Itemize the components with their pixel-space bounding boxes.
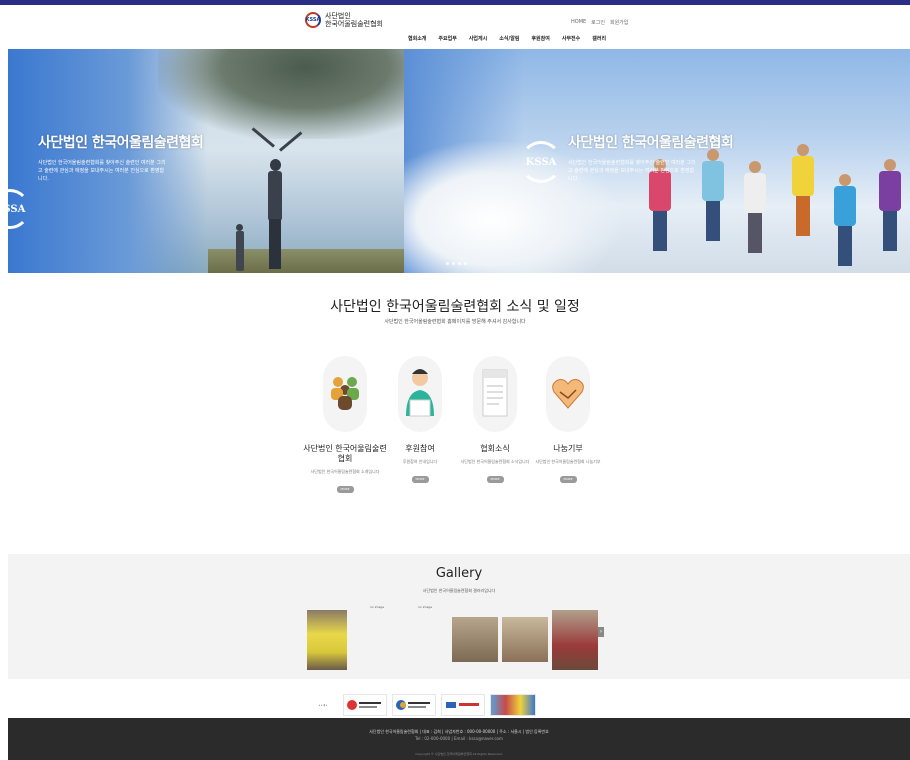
hero-slide2-title: 사단법인 한국어울림술련협회 bbox=[568, 135, 734, 151]
news-section-subtitle: 사단법인 한국어울림술련협회 홈페이지를 방문해 주셔서 감사합니다 bbox=[384, 319, 526, 325]
main-nav: 협회소개 주요업무 사업게시 소식/알림 후원참여 사무전수 갤러리 bbox=[408, 35, 606, 42]
nav-item-business[interactable]: 주요업무 bbox=[438, 35, 456, 42]
util-link-join[interactable]: 회원가입 bbox=[610, 19, 628, 26]
partner-banners: ◂ ▸ ▮ ▸ bbox=[0, 692, 910, 718]
kssa-emblem-icon: KSSA bbox=[520, 141, 562, 183]
logo-line1: 사단법인 bbox=[325, 12, 351, 20]
news-section-title: 사단법인 한국어울림술련협회 소식 및 일정 bbox=[330, 299, 580, 315]
nav-item-news[interactable]: 소식/알림 bbox=[499, 35, 519, 42]
hero-slide2-desc: 사단법인 한국어울림술련협회를 찾아주신 술련인 여러분 그리고 술련에 관심과… bbox=[568, 160, 696, 182]
logo-emblem-icon: KSSA bbox=[305, 12, 321, 28]
slider-dot[interactable] bbox=[464, 262, 467, 265]
util-link-home[interactable]: HOME bbox=[571, 19, 586, 26]
more-button[interactable]: MORE bbox=[336, 486, 354, 493]
more-button[interactable]: MORE bbox=[486, 476, 504, 483]
jumper-figure bbox=[834, 174, 856, 266]
footer-contact: Tel : 02-000-0000 | Email : kssa@naver.c… bbox=[415, 736, 503, 741]
more-button[interactable]: MORE bbox=[559, 476, 577, 483]
card-title: 나눔기부 bbox=[553, 444, 583, 453]
nav-item-office[interactable]: 사무전수 bbox=[562, 35, 580, 42]
site-logo[interactable]: KSSA 사단법인 한국어울림술련협회 bbox=[305, 12, 383, 28]
person-laptop-icon bbox=[398, 356, 442, 432]
partner-logo-3[interactable] bbox=[441, 694, 485, 716]
slider-dot[interactable] bbox=[452, 262, 455, 265]
card-desc: 사단법인 한국어울림술련협회 나눔기부 bbox=[535, 459, 601, 464]
jumper-figure bbox=[744, 161, 766, 253]
logo-line2: 한국어울림술련협회 bbox=[325, 20, 383, 28]
jumper-figure bbox=[702, 149, 724, 241]
nav-item-gallery[interactable]: 갤러리 bbox=[592, 35, 606, 42]
gallery-thumb[interactable] bbox=[452, 617, 498, 662]
util-link-login[interactable]: 로그인 bbox=[591, 19, 605, 26]
nav-item-board[interactable]: 사업게시 bbox=[469, 35, 487, 42]
child-silhouette bbox=[234, 224, 246, 272]
report-document-icon bbox=[473, 356, 517, 432]
hero-slide-2: KSSA 사단법인 한국어울림술련협회 사단법인 한국어울림술련협회를 찾아주신… bbox=[404, 49, 910, 273]
partner-logo-4[interactable] bbox=[490, 694, 536, 716]
person-silhouette bbox=[262, 159, 288, 269]
hero-slide1-desc: 사단법인 한국어울림술련협회를 찾아주신 술련인 여러분 그리고 술련에 관심과… bbox=[38, 160, 166, 182]
site-header: KSSA 사단법인 한국어울림술련협회 HOME 로그인 회원가입 협회소개 주… bbox=[0, 5, 910, 47]
footer-copyright: Copyright © 사단법인 한국어울림술련협회 All Rights Re… bbox=[415, 752, 503, 756]
footer-info: 사단법인 한국어울림술련협회 | 대표 : 김희 | 사업자번호 : 000-0… bbox=[369, 729, 549, 734]
no-image-label: no image bbox=[370, 605, 385, 609]
gallery-thumb[interactable] bbox=[552, 610, 598, 670]
gallery-next-arrow-icon[interactable]: › bbox=[598, 627, 604, 637]
gallery-subtitle: 사단법인 한국어울림술련협회 갤러리입니다 bbox=[422, 588, 496, 593]
slider-dot[interactable] bbox=[446, 262, 449, 265]
info-card-donation: 나눔기부 사단법인 한국어울림술련협회 나눔기부 MORE bbox=[523, 356, 613, 484]
partner-logo-2[interactable] bbox=[392, 694, 436, 716]
utility-links: HOME 로그인 회원가입 bbox=[571, 19, 628, 26]
hero-slide-1: KSSA 사단법인 한국어울림술련협회 사단법인 한국어울림술련협회를 찾아주신… bbox=[8, 49, 404, 273]
jumper-figure bbox=[792, 144, 814, 236]
gallery-thumb[interactable] bbox=[307, 610, 347, 670]
tree-image bbox=[158, 49, 404, 139]
site-footer: 사단법인 한국어울림술련협회 | 대표 : 김희 | 사업자번호 : 000-0… bbox=[8, 718, 910, 760]
gallery-thumb[interactable] bbox=[502, 617, 548, 662]
hero-slide1-title: 사단법인 한국어울림술련협회 bbox=[38, 135, 204, 151]
more-button[interactable]: MORE bbox=[411, 476, 429, 483]
hero-slider[interactable]: KSSA 사단법인 한국어울림술련협회 사단법인 한국어울림술련협회를 찾아주신… bbox=[8, 49, 910, 273]
people-group-icon bbox=[323, 356, 367, 432]
gallery-section: Gallery 사단법인 한국어울림술련협회 갤러리입니다 no image n… bbox=[8, 554, 910, 679]
partner-logo-1[interactable] bbox=[343, 694, 387, 716]
gallery-title: Gallery bbox=[435, 566, 483, 581]
slider-pagination bbox=[446, 262, 467, 265]
heart-handshake-icon bbox=[546, 356, 590, 432]
partner-controls[interactable]: ◂ ▸ ▮ ▸ bbox=[309, 694, 337, 716]
jumper-figure bbox=[879, 159, 901, 251]
slider-dot[interactable] bbox=[458, 262, 461, 265]
nav-item-support[interactable]: 후원참여 bbox=[531, 35, 549, 42]
no-image-label: no image bbox=[418, 605, 433, 609]
nav-item-about[interactable]: 협회소개 bbox=[408, 35, 426, 42]
